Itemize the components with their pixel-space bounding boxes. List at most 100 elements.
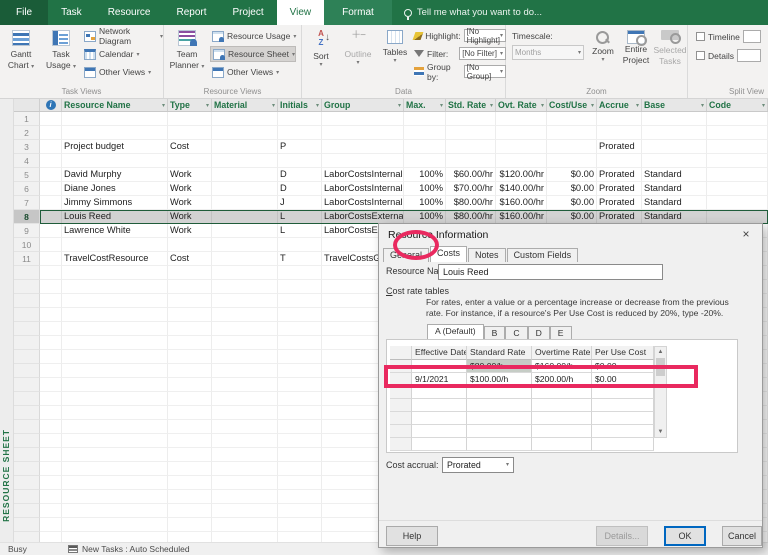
tab-project[interactable]: Project <box>220 0 277 25</box>
cell-initials[interactable]: D <box>278 182 322 196</box>
sort-button[interactable]: A Z ↓ Sort ▾ <box>304 27 338 85</box>
cell-initials[interactable]: L <box>278 224 322 238</box>
filter-arrow-icon[interactable]: ▾ <box>316 102 319 109</box>
rate-cell[interactable] <box>592 399 654 412</box>
row-number[interactable]: 7 <box>14 196 40 210</box>
cost-accrual-dropdown[interactable]: Prorated ▾ <box>442 457 514 473</box>
cell-max[interactable] <box>404 140 446 154</box>
cell-base[interactable]: Standard <box>642 196 707 210</box>
task-usage-button[interactable]: Task Usage ▾ <box>42 27 80 85</box>
tell-me-box[interactable]: Tell me what you want to do... <box>392 0 542 25</box>
cell-initials[interactable]: J <box>278 196 322 210</box>
cell-material[interactable] <box>212 140 278 154</box>
cell-material[interactable] <box>212 504 278 518</box>
filter-arrow-icon[interactable]: ▾ <box>272 102 275 109</box>
group-by-dropdown[interactable]: [No Group] ▾ <box>463 63 507 81</box>
cell-material[interactable] <box>212 126 278 140</box>
header-max[interactable]: Max. ▾ <box>404 99 446 111</box>
cell-std[interactable]: $70.00/hr <box>446 182 496 196</box>
cell-base[interactable]: Standard <box>642 210 707 224</box>
cell-name[interactable]: TravelCostResource <box>62 252 168 266</box>
cell-cost_use[interactable] <box>547 112 597 126</box>
header-initials[interactable]: Initials ▾ <box>278 99 322 111</box>
rate-cell[interactable] <box>532 386 592 399</box>
cell-material[interactable] <box>212 252 278 266</box>
rate-cell[interactable]: 9/1/2021 <box>412 373 467 386</box>
rate-cell[interactable]: $80.00/h <box>467 360 532 373</box>
cell-material[interactable] <box>212 154 278 168</box>
header-name[interactable]: Resource Name ▾ <box>62 99 168 111</box>
details-dropdown[interactable] <box>736 49 761 62</box>
header-type[interactable]: Type ▾ <box>168 99 212 111</box>
resource-name-input[interactable]: Louis Reed <box>438 264 663 280</box>
network-diagram-button[interactable]: Network Diagram ▾ <box>82 26 163 46</box>
tab-file[interactable]: File <box>0 0 49 25</box>
cell-initials[interactable] <box>278 420 322 434</box>
cell-material[interactable] <box>212 224 278 238</box>
cell-std[interactable]: $60.00/hr <box>446 168 496 182</box>
rate-grid-scrollbar[interactable]: ▲ ▼ <box>654 346 667 438</box>
cell-material[interactable] <box>212 378 278 392</box>
row-number[interactable] <box>14 490 40 504</box>
cell-accrue[interactable]: Prorated <box>597 196 642 210</box>
cell-code[interactable] <box>707 196 768 210</box>
cell-type[interactable] <box>168 350 212 364</box>
cell-base[interactable] <box>642 112 707 126</box>
cell-name[interactable] <box>62 238 168 252</box>
cell-initials[interactable] <box>278 266 322 280</box>
zoom-button[interactable]: Zoom ▾ <box>588 27 618 85</box>
timeline-checkbox[interactable] <box>696 32 705 41</box>
cell-accrue[interactable] <box>597 126 642 140</box>
cell-accrue[interactable]: Prorated <box>597 182 642 196</box>
cell-name[interactable] <box>62 266 168 280</box>
row-number[interactable]: 11 <box>14 252 40 266</box>
other-views-2-button[interactable]: Other Views ▾ <box>210 64 279 80</box>
cell-accrue[interactable] <box>597 154 642 168</box>
row-number[interactable] <box>14 308 40 322</box>
row-number[interactable]: 10 <box>14 238 40 252</box>
cell-base[interactable] <box>642 140 707 154</box>
cell-accrue[interactable]: Prorated <box>597 168 642 182</box>
row-number[interactable] <box>14 420 40 434</box>
cell-type[interactable] <box>168 154 212 168</box>
cell-std[interactable] <box>446 154 496 168</box>
cell-material[interactable] <box>212 532 278 542</box>
rate-cell[interactable] <box>412 425 467 438</box>
cell-initials[interactable] <box>278 378 322 392</box>
cell-name[interactable] <box>62 378 168 392</box>
cell-accrue[interactable] <box>597 112 642 126</box>
row-number[interactable] <box>14 392 40 406</box>
header-base[interactable]: Base ▾ <box>642 99 707 111</box>
sheet-row[interactable]: 8 Louis Reed Work L LaborCostsExternal 100% $8… <box>14 210 768 224</box>
rate-row[interactable] <box>390 386 654 399</box>
entire-project-button[interactable]: Entire Project <box>619 27 653 85</box>
cancel-button[interactable]: Cancel <box>722 526 762 546</box>
cell-type[interactable] <box>168 126 212 140</box>
cell-group[interactable] <box>322 112 404 126</box>
cell-name[interactable] <box>62 434 168 448</box>
cell-initials[interactable] <box>278 406 322 420</box>
new-tasks-mode[interactable]: New Tasks : Auto Scheduled <box>82 544 190 554</box>
cell-accrue[interactable]: Prorated <box>597 140 642 154</box>
cell-name[interactable] <box>62 532 168 542</box>
dialog-tab-notes[interactable]: Notes <box>468 248 506 262</box>
other-views-button[interactable]: Other Views ▾ <box>82 64 151 80</box>
header-row-number[interactable] <box>14 99 40 111</box>
cell-type[interactable] <box>168 294 212 308</box>
dialog-close-icon[interactable]: × <box>738 227 754 241</box>
sheet-row[interactable]: 7 Jimmy Simmons Work J LaborCostsInternal 100… <box>14 196 768 210</box>
cell-type[interactable] <box>168 308 212 322</box>
cell-ovt[interactable] <box>496 140 547 154</box>
row-number[interactable] <box>14 378 40 392</box>
cell-initials[interactable] <box>278 238 322 252</box>
rate-cell[interactable] <box>467 399 532 412</box>
sheet-row[interactable]: 3 Project budget Cost P Prorated <box>14 140 768 154</box>
cell-max[interactable] <box>404 126 446 140</box>
row-number[interactable]: 9 <box>14 224 40 238</box>
cell-initials[interactable] <box>278 462 322 476</box>
cell-base[interactable]: Standard <box>642 168 707 182</box>
scroll-thumb[interactable] <box>656 358 665 376</box>
rate-cell[interactable]: $100.00/h <box>467 373 532 386</box>
sheet-row[interactable]: 1 <box>14 112 768 126</box>
cell-material[interactable] <box>212 336 278 350</box>
